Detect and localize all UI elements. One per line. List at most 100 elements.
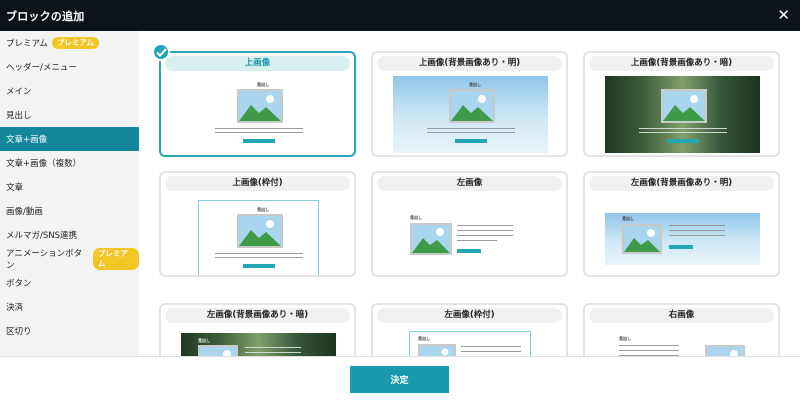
text-line (427, 128, 515, 129)
text-line (457, 225, 513, 226)
text-line (215, 132, 303, 133)
text-line (639, 128, 727, 129)
sidebar-item-premium[interactable]: プレミアム プレミアム (0, 31, 139, 55)
card-label: 右画像 (589, 308, 774, 323)
thumb-heading: 見出し (410, 215, 422, 220)
sidebar-item-image-video[interactable]: 画像/動画 (0, 199, 139, 223)
card-label: 左画像 (377, 176, 562, 191)
sidebar-item-label: メイン (6, 87, 32, 97)
thumb-heading: 見出し (418, 336, 430, 341)
premium-badge: プレミアム (92, 248, 139, 270)
thumb-heading: 見出し (257, 207, 269, 212)
thumb-heading: 見出し (469, 82, 481, 87)
selected-check-icon (152, 43, 170, 61)
text-line (215, 257, 303, 258)
thumb-button (455, 139, 487, 143)
sidebar-item-label: 決済 (6, 303, 24, 313)
image-placeholder-icon (410, 223, 452, 255)
image-placeholder-icon (622, 224, 662, 254)
sidebar-item-label: 区切り (6, 327, 32, 337)
text-line (427, 132, 515, 133)
block-card-top-image-bg-light[interactable]: 上画像(背景画像あり・明) 見出し (371, 51, 568, 157)
sidebar-item-label: 文章 (6, 183, 24, 193)
block-card-top-image-framed[interactable]: 上画像(枠付) 見出し (159, 171, 356, 277)
sidebar-item-label: 見出し (6, 111, 32, 121)
thumb-button (669, 245, 693, 249)
sidebar-item-label: プレミアム (6, 39, 48, 49)
modal-body: プレミアム プレミアム ヘッダー/メニュー メイン 見出し 文章+画像 文章+画… (0, 31, 800, 356)
sidebar-item-mailmag-sns[interactable]: メルマガ/SNS連携 (0, 223, 139, 247)
thumb-heading: 見出し (257, 82, 269, 87)
thumb-heading: 見出し (198, 338, 210, 343)
text-line (669, 235, 725, 236)
block-card-left-image-bg-dark[interactable]: 左画像(背景画像あり・暗) 見出し (159, 303, 356, 356)
image-placeholder-icon (705, 345, 745, 356)
sidebar-item-text-image-multi[interactable]: 文章+画像（複数） (0, 151, 139, 175)
card-thumbnail: 見出し (403, 213, 543, 273)
card-label: 上画像(背景画像あり・明) (377, 56, 562, 71)
block-card-left-image-bg-light[interactable]: 左画像(背景画像あり・明) 見出し (583, 171, 780, 277)
modal-header: ブロックの追加 ✕ (0, 0, 800, 31)
thumb-heading: 見出し (622, 216, 634, 221)
image-placeholder-icon (418, 344, 456, 356)
image-placeholder-icon (198, 345, 238, 356)
sidebar-item-button[interactable]: ボタン (0, 271, 139, 295)
text-line (457, 240, 497, 241)
sidebar-item-label: ヘッダー/メニュー (6, 63, 77, 73)
text-line (619, 350, 679, 351)
modal-title: ブロックの追加 (6, 9, 85, 23)
close-icon[interactable]: ✕ (777, 8, 790, 23)
thumb-button (667, 139, 699, 143)
premium-badge: プレミアム (51, 37, 99, 49)
card-thumbnail: 見出し (191, 333, 331, 356)
card-label: 左画像(背景画像あり・暗) (165, 308, 350, 323)
sidebar-item-animation-button[interactable]: アニメーションボタン プレミアム (0, 247, 139, 271)
text-line (461, 351, 521, 352)
thumb-button (457, 249, 481, 253)
card-thumbnail: 見出し (413, 333, 533, 356)
text-line (245, 352, 301, 353)
card-thumbnail: 見出し (209, 75, 309, 153)
sidebar-item-label: 文章+画像 (6, 135, 48, 145)
sidebar-item-main[interactable]: メイン (0, 79, 139, 103)
sidebar-item-heading[interactable]: 見出し (0, 103, 139, 127)
card-thumbnail: 見出し (209, 200, 309, 275)
card-thumbnail (633, 75, 733, 153)
text-line (639, 132, 727, 133)
block-card-top-image-bg-dark[interactable]: 上画像(背景画像あり・暗) (583, 51, 780, 157)
text-line (619, 345, 679, 346)
sidebar-item-text[interactable]: 文章 (0, 175, 139, 199)
category-sidebar: プレミアム プレミアム ヘッダー/メニュー メイン 見出し 文章+画像 文章+画… (0, 31, 139, 356)
text-line (245, 347, 301, 348)
thumb-heading: 見出し (619, 336, 631, 341)
image-placeholder-icon (237, 89, 283, 123)
card-label: 上画像(枠付) (165, 176, 350, 191)
sidebar-item-header-menu[interactable]: ヘッダー/メニュー (0, 55, 139, 79)
block-card-top-image[interactable]: 上画像 見出し (159, 51, 356, 157)
sidebar-item-payment[interactable]: 決済 (0, 295, 139, 319)
sidebar-item-label: 文章+画像（複数） (6, 159, 82, 169)
modal-footer: 決定 (0, 356, 800, 401)
text-line (215, 128, 303, 129)
add-block-modal: ブロックの追加 ✕ プレミアム プレミアム ヘッダー/メニュー メイン 見出し … (0, 0, 800, 401)
sidebar-item-divider[interactable]: 区切り (0, 319, 139, 343)
text-line (215, 253, 303, 254)
sidebar-item-label: アニメーションボタン (6, 249, 83, 271)
thumb-button (243, 264, 275, 268)
text-line (457, 235, 513, 236)
card-thumbnail: 見出し (421, 75, 521, 153)
card-label: 左画像(背景画像あり・明) (589, 176, 774, 191)
block-card-left-image-framed[interactable]: 左画像(枠付) 見出し (371, 303, 568, 356)
block-card-left-image[interactable]: 左画像 見出し (371, 171, 568, 277)
sidebar-item-text-image[interactable]: 文章+画像 (0, 127, 139, 151)
sidebar-item-label: 画像/動画 (6, 207, 43, 217)
card-label: 上画像(背景画像あり・暗) (589, 56, 774, 71)
image-placeholder-icon (237, 214, 283, 248)
text-line (669, 225, 725, 226)
image-placeholder-icon (661, 89, 707, 123)
decide-button[interactable]: 決定 (350, 366, 449, 393)
text-line (457, 230, 513, 231)
block-card-right-image[interactable]: 右画像 見出し (583, 303, 780, 356)
card-thumbnail: 見出し (615, 333, 755, 356)
text-line (461, 346, 521, 347)
